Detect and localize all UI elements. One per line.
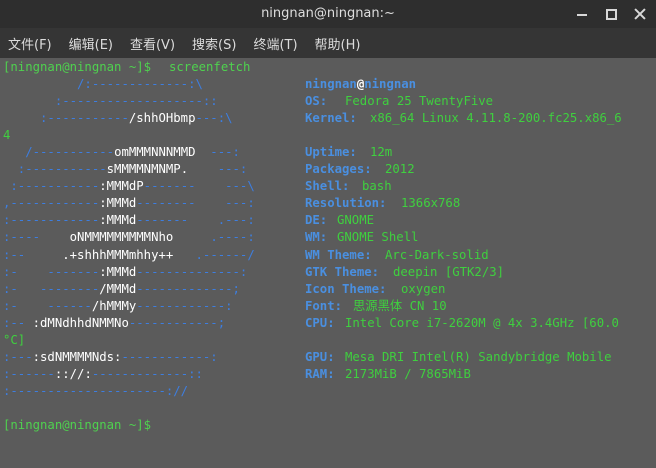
menu-view[interactable]: 查看(V) [130,34,175,53]
info-value: Arc-Dark-solid [385,247,489,262]
output-line: :- -------:MMMd--------------: GTK Theme… [0,264,656,281]
info-value: Mesa DRI Intel(R) Sandybridge Mobile [345,349,612,364]
logo-line: :- --------/MMMd-------------; [3,281,240,296]
info-value: 2012 [385,162,415,177]
wrap-text: °C] [3,332,26,347]
info-label: Uptime: [305,145,357,160]
info-value: 1366x768 [401,196,461,211]
info-value: GNOME Shell [337,230,419,245]
maximize-icon[interactable] [605,8,617,20]
logo-line: /-----------omMMMNNNMMD ---: [3,145,240,160]
info-value: 2173MiB / 7865MiB [345,366,471,381]
wrap-text: 4 [3,128,11,143]
user-host: ningnan@ningnan [305,76,416,93]
info-value: bash [362,179,392,194]
info-value: x86_64 Linux 4.11.8-200.fc25.x86_6 [370,111,622,126]
logo-line: :- ------/hMMMy------------: [3,298,233,313]
logo-line: :------------:MMMd------- .---: [3,213,255,228]
user-name: ningnan [305,77,357,92]
logo-line: :-----------:MMMdP------- ---\ [3,179,255,194]
minimize-icon[interactable] [576,8,588,20]
info-label: WM: [305,230,328,245]
close-icon[interactable] [634,8,646,20]
output-line: :-- :dMNdhhdNMMNo------------; CPU: Inte… [0,315,656,332]
info-value: Intel Core i7-2620M @ 4x 3.4GHz [60.0 [345,315,619,330]
output-line: :-- .+shhhMMMmhhy++ .------/ WM Theme: A… [0,247,656,264]
menu-terminal[interactable]: 终端(T) [253,34,297,53]
host-name: ningnan [364,77,417,92]
output-line: °C] [0,332,656,349]
logo-line: :------:://:-------------:: [3,366,203,381]
prompt: [ningnan@ningnan ~]$ [3,417,152,432]
menu-file[interactable]: 文件(F) [8,34,52,53]
prompt-line[interactable]: [ningnan@ningnan ~]$ [0,417,656,434]
info-label: Kernel: [305,111,357,126]
output-line: :---------------------:// [0,383,656,400]
output-line: :-----------sMMMMNMNMP. ---: Packages: 2… [0,161,656,178]
logo-line: :-----------/shhOHbmp---:\ [3,111,233,126]
info-value: GNOME [337,213,375,228]
command-line: [ningnan@ningnan ~]$ screenfetch [0,59,656,76]
info-label: GPU: [305,349,335,364]
output-line: 4 [0,127,656,144]
info-label: CPU: [305,315,335,330]
output-line: :- --------/MMMd-------------; Icon Them… [0,281,656,298]
info-value: 思源黑体 CN 10 [353,298,447,313]
info-label: WM Theme: [305,247,372,262]
output-line: ,------------:MMMd-------- ---: Resoluti… [0,195,656,212]
info-value: oxygen [401,281,446,296]
logo-line: :---- oNMMMMMMMMMNho .----: [3,230,255,245]
logo-line: :-- .+shhhMMMmhhy++ .------/ [3,247,255,262]
info-value: 12m [370,145,393,160]
logo-line: :-----------sMMMMNMNMP. ---: [3,162,248,177]
info-label: Icon Theme: [305,281,387,296]
window-controls [576,0,646,28]
logo-line: :-------------------:: [3,94,218,109]
output-line: :-------------------:: OS: Fedora 25 Twe… [0,93,656,110]
output-line: :-----------:MMMdP------- ---\ Shell: ba… [0,178,656,195]
window-title: ningnan@ningnan:~ [261,6,395,21]
output-line: :---- oNMMMMMMMMMNho .----: WM: GNOME Sh… [0,229,656,246]
info-value: Fedora 25 TwentyFive [345,94,494,109]
info-label: OS: [305,94,328,109]
menu-bar: 文件(F) 编辑(E) 查看(V) 搜索(S) 终端(T) 帮助(H) [0,28,656,58]
output-line: :------:://:-------------:: RAM: 2173MiB… [0,366,656,383]
menu-edit[interactable]: 编辑(E) [69,34,113,53]
terminal-window: ningnan@ningnan:~ 文件(F) 编辑(E) 查看(V) 搜索(S… [0,0,656,468]
output-line: :---:sdNMMMMNds:------------: GPU: Mesa … [0,349,656,366]
info-label: Shell: [305,179,350,194]
info-label: Packages: [305,162,372,177]
info-label: RAM: [305,366,335,381]
output-line: /:-------------:\ ningnan@ningnan [0,76,656,93]
output-line: :-----------/shhOHbmp---:\ Kernel: x86_6… [0,110,656,127]
logo-line: :---------------------:// [3,383,189,398]
info-label: GTK Theme: [305,264,380,279]
info-label: Font: [305,298,343,313]
menu-help[interactable]: 帮助(H) [315,34,361,53]
logo-line: ,------------:MMMd-------- ---: [3,196,255,211]
terminal-output[interactable]: [ningnan@ningnan ~]$ screenfetch /:-----… [0,58,656,468]
title-bar[interactable]: ningnan@ningnan:~ [0,0,656,28]
logo-line: :- -------:MMMd--------------: [3,264,248,279]
menu-search[interactable]: 搜索(S) [192,34,236,53]
info-value: deepin [GTK2/3] [393,264,505,279]
prompt: [ningnan@ningnan ~]$ [3,60,152,74]
logo-line: /:-------------:\ [3,77,203,92]
info-label: Resolution: [305,196,387,211]
logo-line: :-- :dMNdhhdNMMNo------------; [3,315,226,330]
command-text: screenfetch [169,60,251,74]
output-line: /-----------omMMMNNNMMD ---: Uptime: 12m [0,144,656,161]
info-label: DE: [305,213,328,228]
logo-line: :---:sdNMMMMNds:------------: [3,349,218,364]
output-line: :- ------/hMMMy------------: Font: 思源黑体 … [0,298,656,315]
output-line: :------------:MMMd------- .---: DE: GNOM… [0,212,656,229]
